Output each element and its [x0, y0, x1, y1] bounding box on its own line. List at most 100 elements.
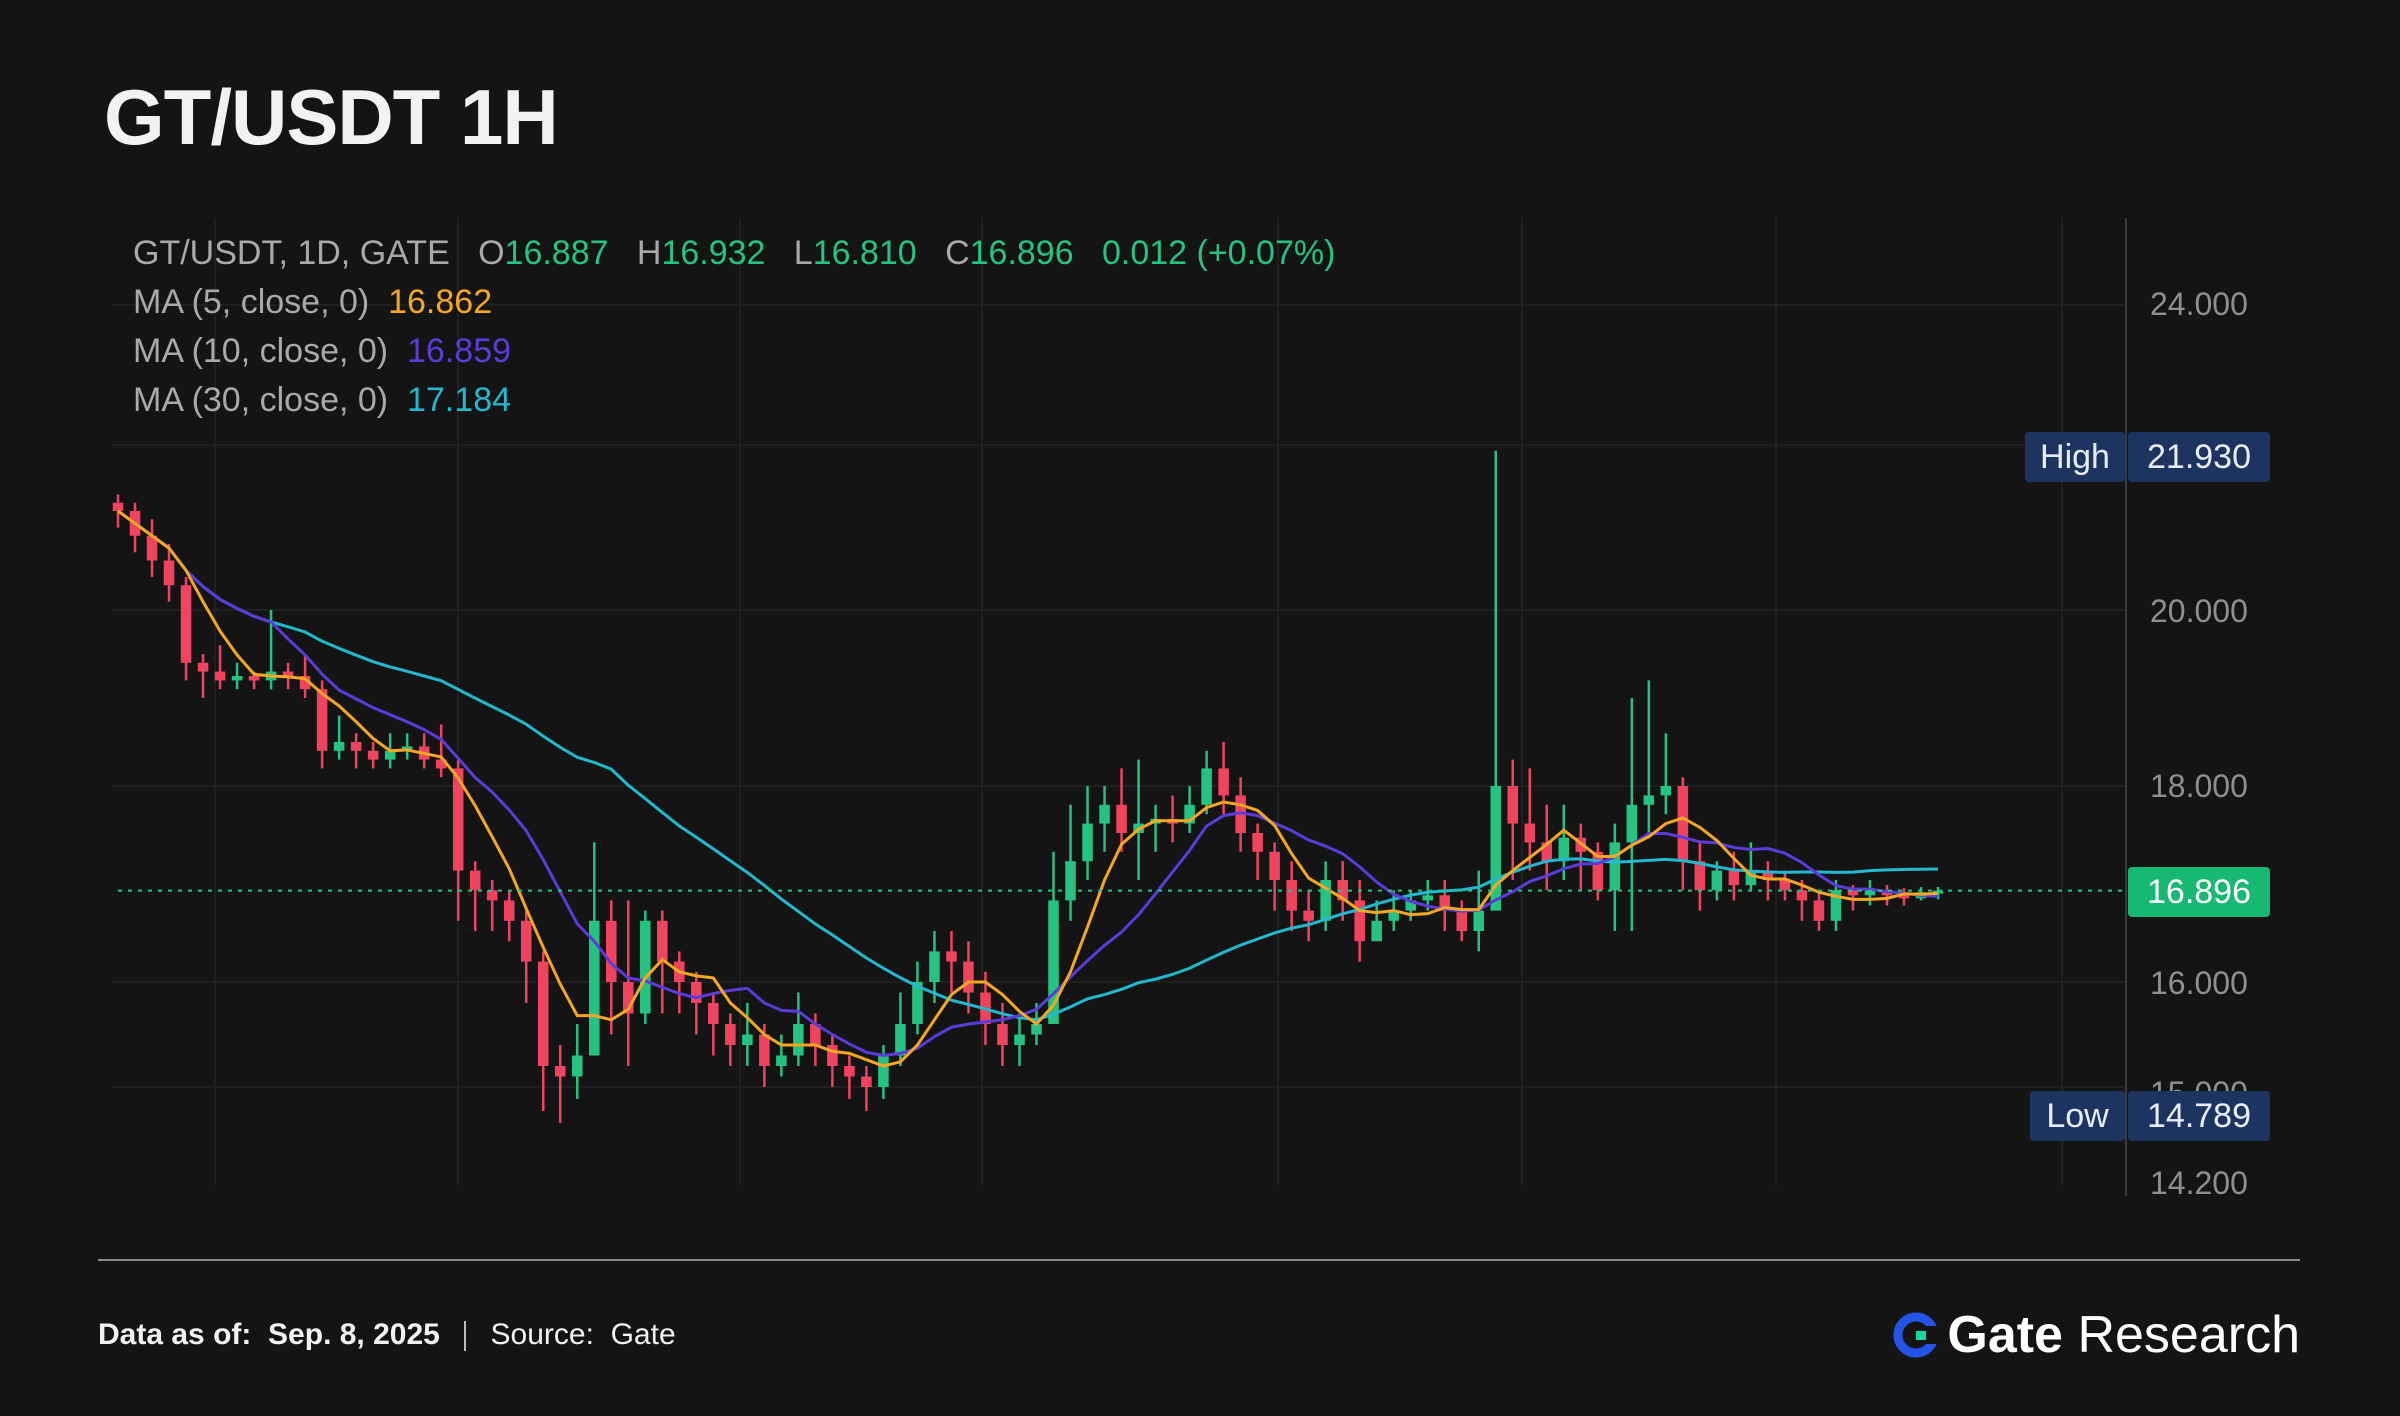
high-tag-value: 21.930: [2128, 432, 2270, 482]
candle-body: [657, 920, 668, 962]
price-chart: [112, 218, 2127, 1196]
candle-body: [1201, 768, 1212, 805]
candle-body: [878, 1055, 889, 1087]
candle-body: [776, 1055, 787, 1066]
ma30-value: 17.184: [407, 381, 512, 419]
footer-info: Data as of: Sep. 8, 2025 Source: Gate: [98, 1318, 676, 1352]
ma10-legend: MA (10, close, 0) 16.859: [133, 332, 511, 371]
candle-body: [1456, 910, 1468, 931]
candle-body: [742, 1034, 753, 1045]
candle-body: [1473, 910, 1485, 931]
candle-body: [1643, 795, 1655, 805]
data-date: Sep. 8, 2025: [268, 1318, 440, 1351]
candle-body: [1660, 786, 1672, 796]
candle-body: [367, 750, 379, 760]
legend-low-label: L: [793, 234, 813, 272]
gate-logo-icon: [1893, 1312, 1940, 1358]
candle-body: [1303, 910, 1314, 921]
candle-body: [1813, 900, 1825, 921]
candle-body: [759, 1034, 770, 1066]
candle-body: [1422, 895, 1433, 901]
candle-body: [1065, 861, 1076, 901]
source-value: Gate: [610, 1318, 676, 1351]
candle-body: [946, 951, 957, 962]
candle-body: [571, 1055, 583, 1077]
legend-change: 0.012 (+0.07%): [1101, 234, 1336, 272]
candle-body: [1371, 920, 1382, 942]
ma5-label: MA (5, close, 0): [133, 283, 370, 321]
candle-body: [844, 1066, 855, 1077]
legend-close: 16.896: [969, 234, 1074, 272]
candle-body: [605, 920, 617, 982]
candle-body: [1269, 851, 1280, 880]
candle-body: [350, 742, 362, 751]
y-tick-label: 24.000: [2150, 286, 2248, 322]
ma30-legend: MA (30, close, 0) 17.184: [133, 381, 511, 420]
ma5-legend: MA (5, close, 0) 16.862: [133, 283, 492, 322]
ma10-value: 16.859: [407, 332, 512, 370]
candle-body: [1524, 823, 1536, 843]
brand-research: Research: [2077, 1306, 2300, 1364]
data-as-of-label: Data as of:: [98, 1318, 252, 1351]
candle-body: [640, 920, 651, 1014]
brand-gate: Gate: [1947, 1306, 2063, 1364]
candle-body: [1609, 842, 1621, 891]
candle-body: [231, 676, 243, 681]
candle-body: [997, 1024, 1008, 1045]
y-tick-label: 14.200: [2150, 1165, 2248, 1201]
candle-body: [180, 585, 192, 663]
candle-body: [1252, 833, 1263, 852]
candle-body: [469, 870, 481, 891]
candle-body: [112, 502, 124, 511]
source-label: Source:: [490, 1318, 594, 1351]
low-tag-value: 14.789: [2128, 1091, 2270, 1141]
low-tag-label: Low: [2030, 1091, 2125, 1141]
candle-body: [708, 1003, 719, 1024]
candle-body: [537, 961, 549, 1066]
candle-body: [503, 900, 515, 921]
legend-low: 16.810: [812, 234, 917, 272]
candle-body: [827, 1045, 838, 1066]
candle-body: [248, 676, 260, 681]
y-tick-label: 18.000: [2150, 768, 2248, 804]
candle-body: [1507, 786, 1519, 824]
legend-high: 16.932: [661, 234, 766, 272]
legend-symbol: GT/USDT, 1D, GATE: [133, 234, 450, 272]
candle-body: [861, 1076, 872, 1087]
gate-research-logo: Gate Research: [1893, 1305, 2300, 1365]
candle-body: [1626, 804, 1638, 843]
candle-body: [520, 920, 532, 962]
candle-body: [554, 1066, 566, 1077]
ohlc-legend: GT/USDT, 1D, GATE O16.887 H16.932 L16.81…: [133, 234, 1335, 273]
candle-body: [725, 1024, 736, 1045]
candle-body: [197, 662, 209, 672]
candle-body: [163, 560, 175, 586]
candle-body: [1286, 880, 1297, 911]
legend-open-label: O: [478, 234, 505, 272]
candle-body: [333, 742, 345, 751]
footer-divider: [98, 1259, 2300, 1261]
candle-body: [214, 671, 226, 681]
candle-body: [1099, 804, 1110, 824]
y-tick-label: 20.000: [2150, 593, 2248, 629]
candle-body: [1218, 768, 1229, 796]
high-tag-label: High: [2025, 432, 2125, 482]
candle-body: [929, 951, 940, 982]
candle-body: [1796, 890, 1808, 901]
y-tick-label: 16.000: [2150, 965, 2248, 1001]
candle-body: [1677, 786, 1689, 862]
candle-body: [793, 1024, 804, 1056]
candle-body: [1116, 804, 1127, 833]
legend-close-label: C: [945, 234, 970, 272]
candle-body: [1728, 870, 1740, 886]
candle-body: [963, 961, 974, 993]
legend-open: 16.887: [504, 234, 609, 272]
ma5-value: 16.862: [388, 283, 493, 321]
footer-separator: [464, 1321, 467, 1352]
ma10-label: MA (10, close, 0): [133, 332, 389, 370]
legend-high-label: H: [636, 234, 662, 272]
candle-body: [691, 982, 702, 1003]
candle-body: [1014, 1034, 1025, 1045]
candle-body: [316, 689, 328, 751]
candle-body: [486, 890, 498, 901]
